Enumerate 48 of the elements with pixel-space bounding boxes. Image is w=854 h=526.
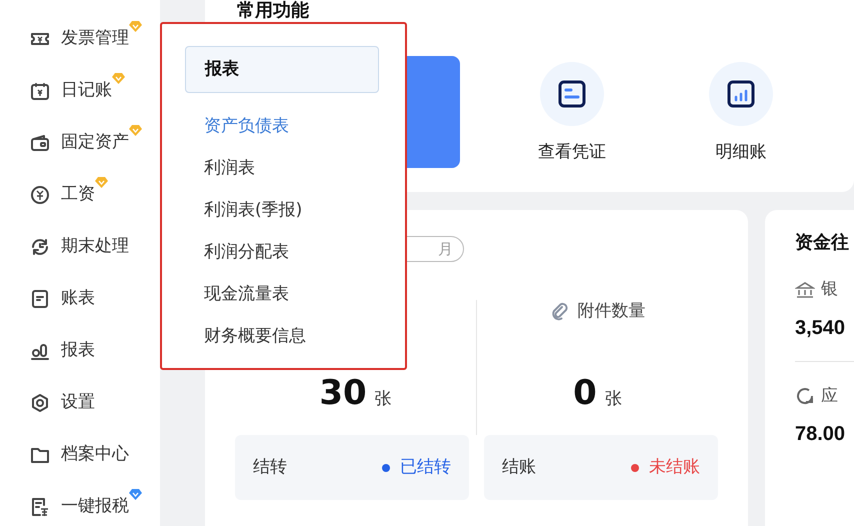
menu-item[interactable]: 利润表 [204, 147, 255, 189]
voucher-icon [556, 78, 588, 110]
sidebar-item[interactable]: 固定资产 [0, 117, 160, 169]
sidebar-item[interactable]: 设置 [0, 377, 160, 429]
fund-value: 3,540 [795, 316, 846, 340]
stat-value: 0 [573, 376, 597, 410]
bank-icon [795, 280, 815, 300]
menu-item[interactable]: 财务概要信息 [204, 315, 306, 357]
wallet-icon [30, 133, 50, 153]
paperclip-icon [550, 302, 570, 322]
refresh-icon [795, 386, 815, 406]
status-label: 结转 [253, 456, 287, 479]
sidebar-item[interactable]: 一键报税 [0, 481, 160, 526]
stat-unit: 张 [374, 388, 392, 411]
sidebar-item[interactable]: 期末处理 [0, 221, 160, 273]
tax-document-icon [30, 497, 50, 517]
shortcut-item[interactable]: 明细账 [676, 62, 806, 166]
fund-label: 应 [821, 384, 838, 408]
sidebar-item[interactable]: 日记账 [0, 65, 160, 117]
menu-item[interactable]: 利润表(季报) [204, 189, 302, 231]
sidebar-item[interactable]: 账表 [0, 273, 160, 325]
stat-unit: 张 [604, 388, 622, 411]
refresh-clock-icon [30, 237, 50, 257]
folder-icon [30, 445, 50, 465]
menu-header: 报表 [185, 46, 379, 93]
chart-icon [725, 78, 757, 110]
sidebar-item[interactable]: 报表 [0, 325, 160, 377]
calendar-icon [30, 81, 50, 101]
fund-label: 银 [821, 278, 838, 301]
status-text: 未结账 [649, 456, 700, 479]
menu-item[interactable]: 利润分配表 [204, 231, 289, 273]
stat-value: 30 [319, 376, 367, 410]
document-icon [30, 289, 50, 309]
yen-coin-icon [30, 185, 50, 205]
sidebar-item[interactable]: 工资 [0, 169, 160, 221]
sidebar-item[interactable]: 发票管理 [0, 13, 160, 65]
fund-value: 78.00 [795, 422, 846, 447]
stat-label: 附件数量 [578, 300, 646, 324]
sidebar-item[interactable]: 档案中心 [0, 429, 160, 481]
card-title: 资金往 [795, 232, 850, 253]
shortcut-item[interactable]: 查看凭证 [507, 62, 637, 166]
bar-chart-icon [30, 341, 50, 361]
menu-item[interactable]: 现金流量表 [204, 273, 289, 315]
status-label: 结账 [502, 456, 536, 479]
menu-item[interactable]: 资产负债表 [204, 105, 289, 147]
status-text: 已结转 [400, 456, 451, 479]
hexagon-settings-icon [30, 393, 50, 413]
section-title: 常用功能 [237, 0, 310, 21]
